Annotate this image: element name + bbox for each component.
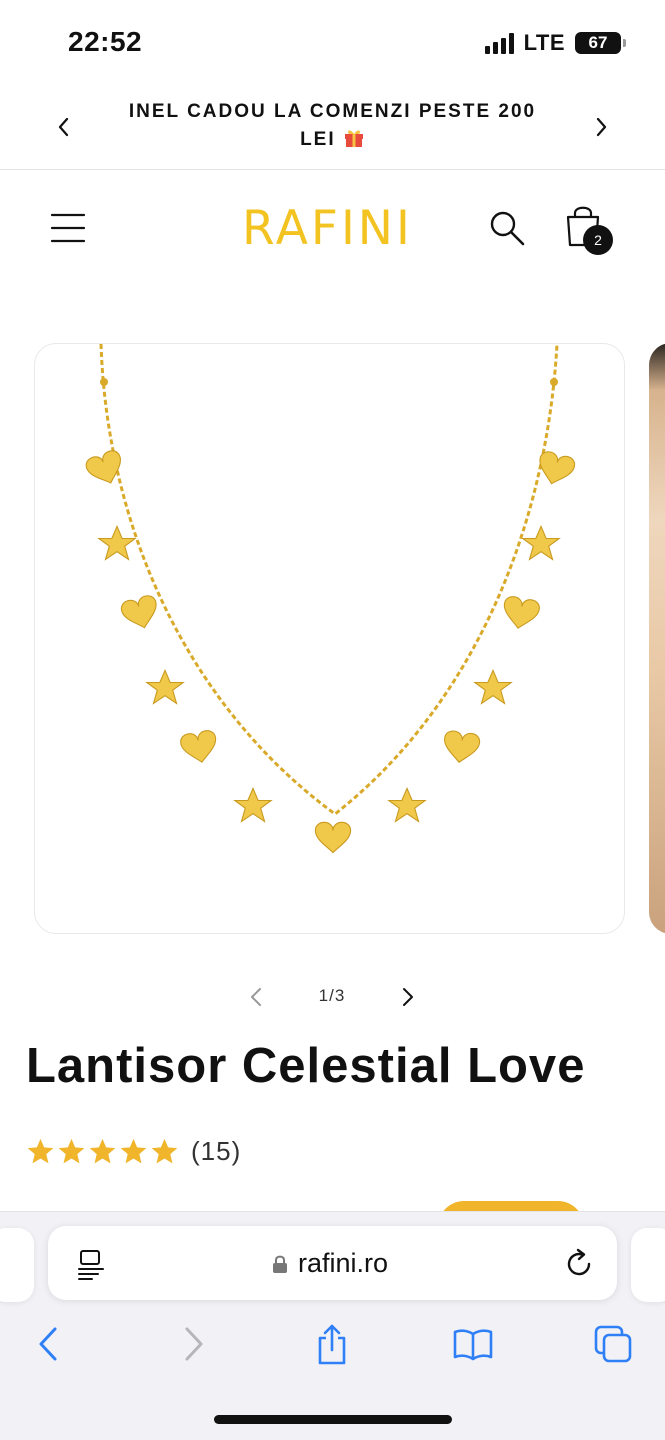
announcement-next-button[interactable]: [587, 112, 617, 142]
next-tab-preview[interactable]: [631, 1228, 665, 1302]
star-icon: [120, 1138, 147, 1164]
site-header: RAFINI 2: [0, 171, 665, 286]
home-indicator: [214, 1415, 452, 1424]
necklace-illustration: [85, 344, 576, 854]
site-logo[interactable]: RAFINI: [242, 201, 413, 256]
battery-icon: 67: [575, 32, 626, 54]
announcement-line-2: LEI: [300, 129, 336, 150]
gallery-counter: 1/3: [318, 986, 346, 1005]
bookmarks-icon: [453, 1329, 493, 1361]
heart-charm: [503, 596, 540, 629]
status-bar: 22:52 LTE 67: [0, 0, 665, 88]
chevron-right-icon: [596, 117, 607, 137]
chevron-right-icon[interactable]: [394, 984, 420, 1010]
bookmarks-button[interactable]: [451, 1322, 495, 1366]
signal-icon: [484, 32, 514, 54]
network-type: LTE: [523, 30, 565, 55]
chevron-right-icon: [185, 1327, 203, 1361]
url-text[interactable]: rafini.ro: [298, 1248, 388, 1279]
browser-bottom-bar: rafini.ro: [0, 1211, 665, 1440]
star-charm: [145, 669, 185, 705]
status-indicators: LTE 67: [484, 30, 626, 56]
share-button[interactable]: [310, 1322, 354, 1366]
search-icon[interactable]: [488, 209, 526, 247]
bead: [100, 378, 108, 386]
cart-count-badge: 2: [583, 225, 613, 255]
heart-charm: [180, 730, 217, 763]
star-icon: [151, 1138, 178, 1164]
gallery-pager: 1/3: [0, 980, 665, 1014]
announcement-prev-button[interactable]: [48, 112, 78, 142]
product-title: Lantisor Celestial Love: [26, 1039, 586, 1093]
star-charm: [97, 525, 137, 561]
reload-icon[interactable]: [564, 1248, 594, 1278]
tabs-icon: [594, 1325, 632, 1363]
chevron-left-icon: [39, 1327, 57, 1361]
star-charm: [387, 787, 427, 823]
address-bar[interactable]: rafini.ro: [48, 1226, 617, 1300]
menu-icon[interactable]: [50, 211, 86, 245]
chain: [99, 344, 559, 816]
star-charm: [473, 669, 513, 705]
announcement-bar: INEL CADOU LA COMENZI PESTE 200 LEI: [0, 88, 665, 170]
bead: [550, 378, 558, 386]
chevron-left-icon: [58, 117, 69, 137]
previous-tab-preview[interactable]: [0, 1228, 34, 1302]
review-count: (15): [191, 1136, 242, 1166]
reader-icon[interactable]: [76, 1248, 106, 1280]
star-charm: [233, 787, 273, 823]
gift-icon: [344, 130, 363, 147]
chevron-left-icon[interactable]: [244, 984, 270, 1010]
next-product-image[interactable]: [649, 343, 665, 934]
star-icon: [58, 1138, 85, 1164]
product-rating[interactable]: (15): [26, 1136, 241, 1167]
product-image[interactable]: [34, 343, 625, 934]
tabs-button[interactable]: [591, 1322, 635, 1366]
lock-icon: [273, 1255, 287, 1273]
star-icon: [89, 1138, 116, 1164]
star-charm: [521, 525, 561, 561]
star-icon: [27, 1138, 54, 1164]
rating-stars: [26, 1137, 179, 1166]
announcement-line-1: INEL CADOU LA COMENZI PESTE 200: [128, 101, 537, 122]
back-button[interactable]: [26, 1322, 70, 1366]
heart-charm: [120, 595, 157, 629]
heart-charm: [314, 821, 352, 854]
forward-button[interactable]: [172, 1322, 216, 1366]
battery-level: 67: [588, 33, 608, 52]
announcement-text: INEL CADOU LA COMENZI PESTE 200 LEI: [100, 98, 565, 154]
status-time: 22:52: [68, 26, 143, 57]
share-icon: [318, 1324, 346, 1365]
browser-toolbar: [0, 1322, 665, 1372]
heart-charm: [444, 730, 481, 764]
